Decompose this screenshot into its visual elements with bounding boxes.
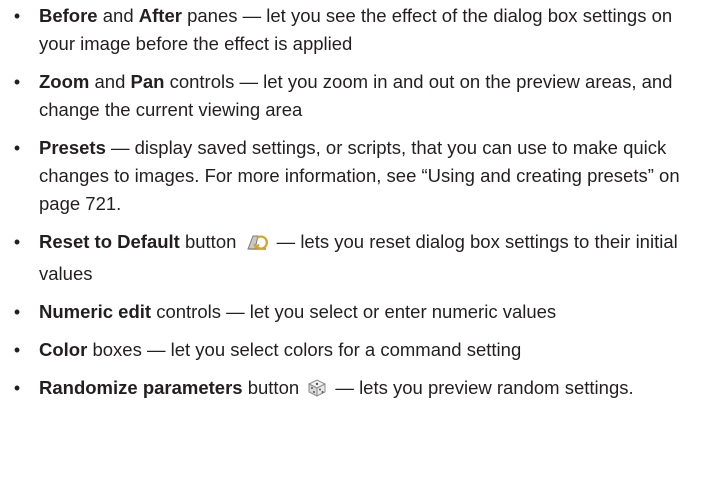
item-description: boxes — let you select colors for a comm…: [87, 339, 522, 360]
list-item-reset-to-default: • Reset to Default button — lets you rese…: [10, 228, 707, 288]
list-item-presets: • Presets — display saved settings, or sc…: [10, 134, 707, 218]
document-page: • Before and After panes — let you see th…: [0, 0, 713, 480]
item-description: controls — let you select or enter numer…: [151, 301, 557, 322]
connector-text: and: [89, 71, 131, 92]
connector-text: and: [97, 5, 139, 26]
bullet-marker: •: [13, 138, 21, 158]
term-before: Before: [39, 5, 98, 26]
list-item-numeric-edit: • Numeric edit controls — let you select …: [10, 298, 707, 326]
bullet-marker: •: [13, 6, 21, 26]
term-presets: Presets: [39, 137, 106, 158]
item-description: — lets you preview random settings.: [330, 377, 634, 398]
item-description: — display saved settings, or scripts, th…: [39, 137, 680, 214]
term-numeric-edit: Numeric edit: [39, 301, 152, 322]
term-pan: Pan: [130, 71, 165, 92]
term-reset-to-default: Reset to Default: [39, 231, 180, 252]
bullet-marker: •: [13, 302, 21, 322]
bullet-marker: •: [13, 340, 21, 360]
bullet-marker: •: [13, 378, 21, 398]
list-item-randomize-parameters: • Randomize parameters button — lets you …: [10, 374, 707, 406]
button-word: button: [179, 231, 242, 252]
button-word: button: [242, 377, 305, 398]
feature-bullet-list: • Before and After panes — let you see th…: [10, 2, 707, 406]
bullet-marker: •: [13, 72, 21, 92]
bullet-marker: •: [13, 232, 21, 252]
list-item-zoom-pan-controls: • Zoom and Pan controls — let you zoom in…: [10, 68, 707, 124]
term-zoom: Zoom: [39, 71, 90, 92]
reset-to-default-icon: [244, 232, 270, 260]
list-item-before-after-panes: • Before and After panes — let you see th…: [10, 2, 707, 58]
list-item-color-boxes: • Color boxes — let you select colors for…: [10, 336, 707, 364]
term-color: Color: [39, 339, 88, 360]
term-randomize-parameters: Randomize parameters: [39, 377, 243, 398]
randomize-dice-icon: [306, 378, 328, 406]
term-after: After: [138, 5, 182, 26]
